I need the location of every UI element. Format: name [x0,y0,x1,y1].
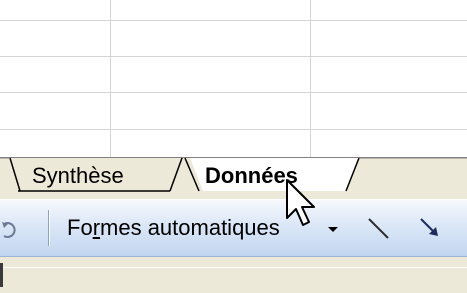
arrow-tool-icon[interactable] [418,216,444,242]
excel-window: Synthèse Données Formes automatiques [0,0,467,293]
band-edge [0,263,3,287]
worksheet-grid[interactable] [0,0,467,157]
tab-synthese[interactable]: Synthèse [32,163,124,189]
sheet-tab-strip: Synthèse Données [0,157,467,199]
row-divider [0,56,467,57]
drawing-toolbar: Formes automatiques [0,199,467,257]
drawing-area-band [0,257,467,293]
column-divider [310,0,311,157]
column-divider [110,0,111,157]
autoshapes-label: Formes automatiques [67,215,280,240]
rotate-icon[interactable] [0,220,22,240]
tab-donnees[interactable]: Données [205,163,298,189]
row-divider [0,129,467,130]
mouse-pointer-icon [286,179,315,226]
band-highlight [0,267,467,268]
line-tool-icon[interactable] [366,216,392,242]
chevron-down-icon[interactable] [328,227,338,232]
row-divider [0,92,467,93]
row-divider [0,20,467,21]
toolbar-separator [48,210,49,246]
